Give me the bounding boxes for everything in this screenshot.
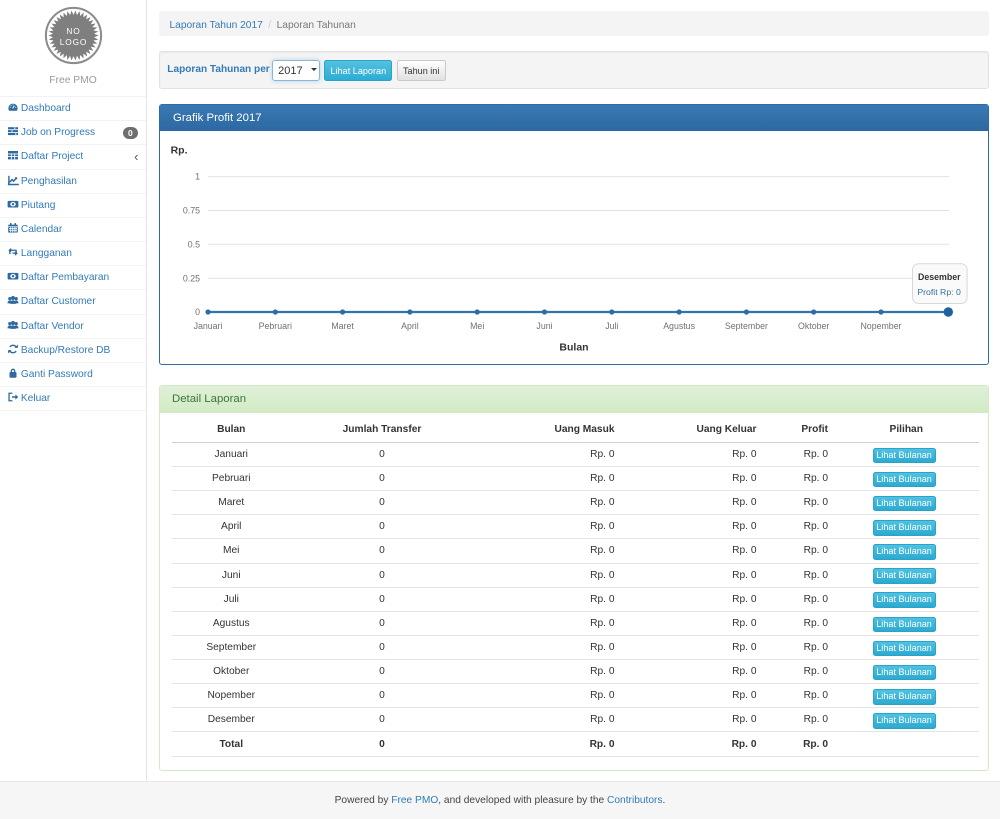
svg-text:September: September <box>724 320 767 330</box>
svg-text:Nopember: Nopember <box>860 320 901 330</box>
svg-text:0.75: 0.75 <box>182 205 199 215</box>
svg-text:Rp.: Rp. <box>170 144 187 156</box>
svg-text:Agustus: Agustus <box>663 320 695 330</box>
svg-text:April: April <box>401 320 419 330</box>
svg-text:0: 0 <box>195 307 200 317</box>
svg-text:NO: NO <box>66 26 80 36</box>
svg-text:0.5: 0.5 <box>187 239 199 249</box>
svg-text:1: 1 <box>195 171 200 181</box>
svg-text:Juni: Juni <box>536 320 552 330</box>
svg-text:Januari: Januari <box>193 320 222 330</box>
svg-text:Juli: Juli <box>605 320 618 330</box>
svg-text:Mei: Mei <box>470 320 484 330</box>
svg-text:Oktober: Oktober <box>798 320 829 330</box>
svg-text:LOGO: LOGO <box>60 37 88 47</box>
svg-text:Profit Rp: 0: Profit Rp: 0 <box>917 286 961 296</box>
svg-text:Bulan: Bulan <box>559 341 588 353</box>
svg-text:Pebruari: Pebruari <box>258 320 291 330</box>
svg-text:0.25: 0.25 <box>182 273 199 283</box>
svg-text:Desember: Desember <box>918 272 961 282</box>
svg-text:Maret: Maret <box>331 320 354 330</box>
